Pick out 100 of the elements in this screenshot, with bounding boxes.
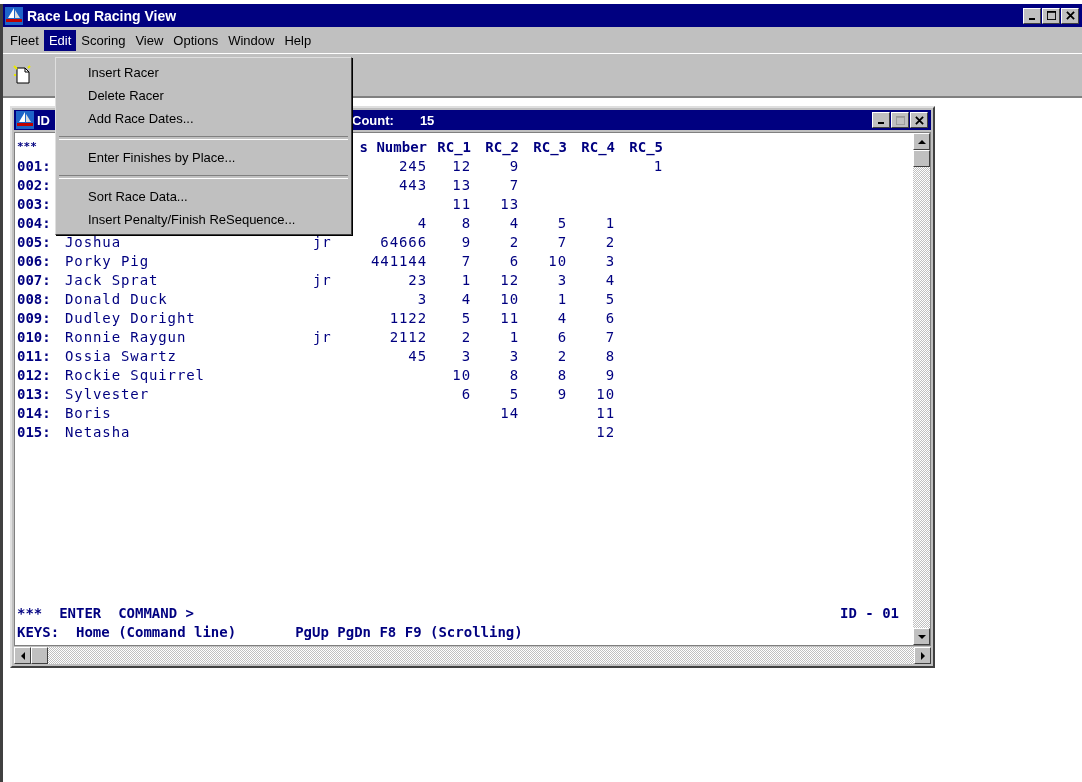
- racer-name: Ronnie Raygun: [65, 328, 187, 345]
- race-finish: 3: [605, 252, 615, 269]
- race-finish: 8: [605, 347, 615, 364]
- horizontal-scrollbar[interactable]: [14, 647, 931, 664]
- racer-tag: jr: [313, 328, 332, 345]
- race-finish: 7: [509, 176, 519, 193]
- row-number: 003:: [17, 195, 52, 212]
- sail-number: 443: [399, 176, 427, 193]
- column-header: RC_2: [485, 138, 519, 155]
- row-number: 006:: [17, 252, 52, 269]
- race-finish: 6: [605, 309, 615, 326]
- menu-item[interactable]: Help: [279, 29, 317, 51]
- race-finish: 7: [557, 233, 567, 250]
- race-finish: 13: [500, 195, 519, 212]
- race-finish: 6: [557, 328, 567, 345]
- column-header: RC_1: [437, 138, 471, 155]
- row-number: 013:: [17, 385, 52, 402]
- keys-hint: PgUp PgDn F8 F9 (Scrolling): [295, 623, 523, 640]
- menu-item[interactable]: View: [130, 29, 169, 51]
- race-finish: 10: [596, 385, 615, 402]
- race-finish: 10: [452, 366, 471, 383]
- sailboat-icon: [16, 111, 34, 129]
- menu-option[interactable]: Sort Race Data...: [56, 185, 351, 208]
- scroll-left-button[interactable]: [14, 647, 31, 664]
- menu-option[interactable]: Delete Racer: [56, 84, 351, 107]
- race-finish: 9: [557, 385, 567, 402]
- race-finish: 6: [509, 252, 519, 269]
- race-finish: 14: [500, 404, 519, 421]
- race-finish: 4: [509, 214, 519, 231]
- scroll-up-button[interactable]: [913, 133, 930, 150]
- scroll-right-button[interactable]: [914, 647, 931, 664]
- race-finish: 12: [452, 157, 471, 174]
- menu-option[interactable]: Enter Finishes by Place...: [56, 146, 351, 169]
- menu-option[interactable]: Add Race Dates...: [56, 107, 351, 130]
- row-number: 012:: [17, 366, 52, 383]
- minimize-button[interactable]: [872, 112, 890, 128]
- race-finish: 9: [605, 366, 615, 383]
- new-document-icon[interactable]: [13, 65, 33, 85]
- count-label: Count:: [352, 112, 394, 128]
- race-finish: 2: [461, 328, 471, 345]
- maximize-button[interactable]: [891, 112, 909, 128]
- race-finish: 9: [509, 157, 519, 174]
- column-header: ***: [17, 140, 38, 153]
- column-header: RC_4: [581, 138, 615, 155]
- menu-item[interactable]: Edit: [43, 29, 77, 51]
- racer-name: Dudley Doright: [65, 309, 196, 326]
- minimize-button[interactable]: [1023, 7, 1041, 24]
- sail-number: 441144: [371, 252, 427, 269]
- race-finish: 3: [461, 347, 471, 364]
- menu-item[interactable]: Window: [223, 29, 280, 51]
- race-finish: 7: [461, 252, 471, 269]
- right-arrow-icon: [918, 651, 927, 660]
- row-number: 009:: [17, 309, 52, 326]
- row-number: 001:: [17, 157, 52, 174]
- race-finish: 4: [557, 309, 567, 326]
- up-arrow-icon: [917, 137, 926, 146]
- race-finish: 13: [452, 176, 471, 193]
- menu-option[interactable]: Insert Penalty/Finish ReSequence...: [56, 208, 351, 231]
- racer-name: Sylvester: [65, 385, 149, 402]
- race-finish: 11: [500, 309, 519, 326]
- sail-number: 23: [408, 271, 427, 288]
- menu-option[interactable]: Insert Racer: [56, 61, 351, 84]
- window-title: Race Log Racing View: [27, 7, 177, 24]
- race-finish: 12: [500, 271, 519, 288]
- scroll-down-button[interactable]: [913, 628, 930, 645]
- race-finish: 3: [557, 271, 567, 288]
- racer-name: Jack Sprat: [65, 271, 159, 288]
- race-finish: 2: [605, 233, 615, 250]
- sail-number: 245: [399, 157, 427, 174]
- race-finish: 3: [509, 347, 519, 364]
- race-finish: 12: [596, 423, 615, 440]
- sail-number: 45: [408, 347, 427, 364]
- scroll-thumb[interactable]: [31, 647, 48, 664]
- racer-tag: jr: [313, 233, 332, 250]
- race-finish: 8: [557, 366, 567, 383]
- menu-item[interactable]: Fleet: [5, 29, 44, 51]
- racer-name: Joshua: [65, 233, 121, 250]
- racer-name: Netasha: [65, 423, 131, 440]
- scroll-thumb[interactable]: [913, 150, 930, 167]
- race-finish: 1: [557, 290, 567, 307]
- race-finish: 5: [461, 309, 471, 326]
- row-number: 005:: [17, 233, 52, 250]
- close-button[interactable]: [910, 112, 928, 128]
- minimize-icon: [878, 122, 884, 124]
- row-number: 010:: [17, 328, 52, 345]
- menu-item[interactable]: Options: [168, 29, 224, 51]
- close-button[interactable]: [1061, 7, 1079, 24]
- racer-name: Rockie Squirrel: [65, 366, 205, 383]
- row-number: 015:: [17, 423, 52, 440]
- race-finish: 1: [509, 328, 519, 345]
- vertical-scrollbar[interactable]: [913, 133, 930, 645]
- maximize-button[interactable]: [1042, 7, 1060, 24]
- row-number: 008:: [17, 290, 52, 307]
- down-arrow-icon: [917, 632, 926, 641]
- menu-item[interactable]: Scoring: [76, 29, 131, 51]
- sail-number: 4: [417, 214, 427, 231]
- command-prompt: *** ENTER COMMAND >: [17, 604, 194, 621]
- maximize-icon: [1046, 11, 1056, 20]
- count-value: 15: [419, 112, 435, 128]
- maximize-icon: [895, 115, 905, 125]
